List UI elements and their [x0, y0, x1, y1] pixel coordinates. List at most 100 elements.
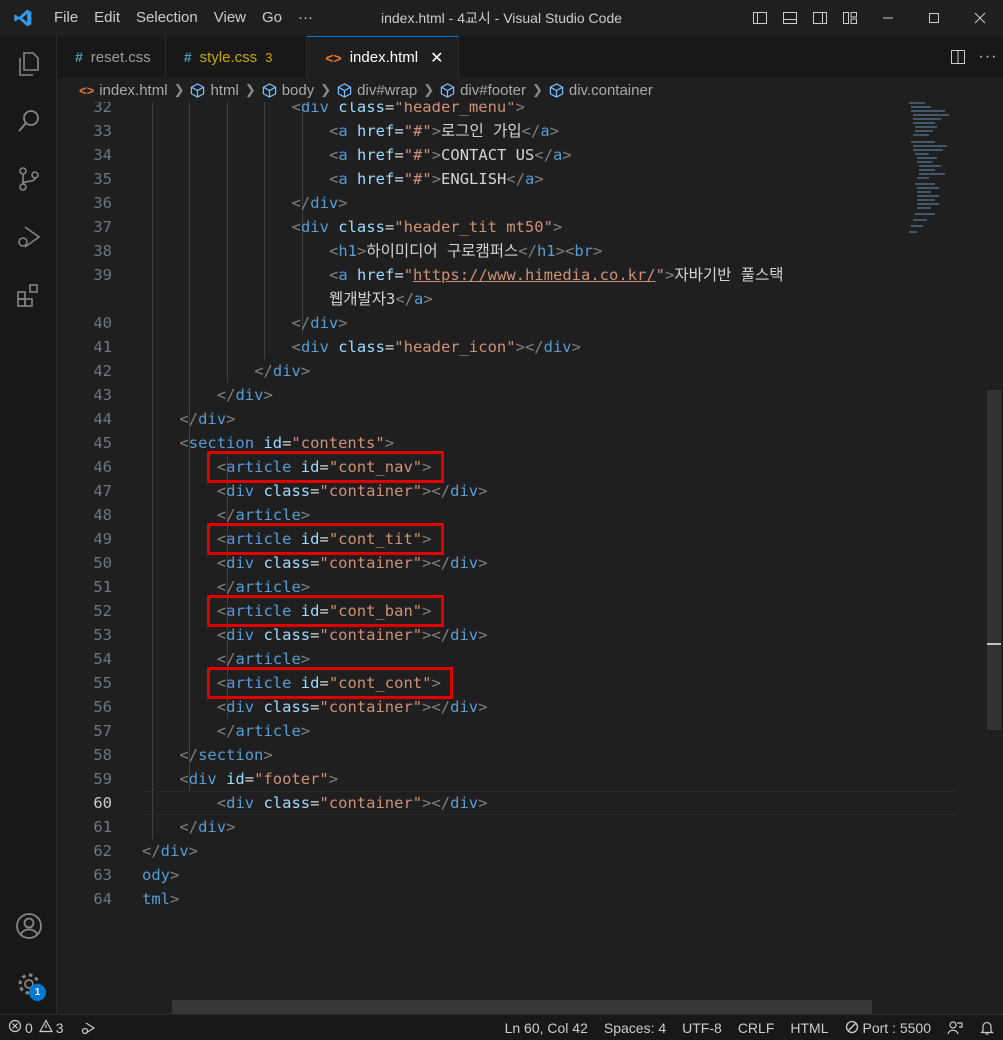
code-line[interactable]: 51 </article>	[57, 575, 987, 599]
code-text: </div>	[291, 314, 348, 332]
indentation[interactable]: Spaces: 4	[596, 1015, 674, 1040]
code-text: <div id="footer">	[179, 770, 339, 788]
run-debug-status-icon[interactable]	[72, 1015, 104, 1040]
code-line[interactable]: 58 </section>	[57, 743, 987, 767]
code-line[interactable]: 64 tml>	[57, 887, 987, 911]
code-line[interactable]: 42 </div>	[57, 359, 987, 383]
line-number: 56	[93, 698, 112, 716]
code-line[interactable]: 41 <div class="header_icon"></div>	[57, 335, 987, 359]
code-line[interactable]: 35 <a href="#">ENGLISH</a>	[57, 167, 987, 191]
tab-index-html[interactable]: <> index.html ✕	[307, 36, 459, 78]
line-number: 43	[93, 386, 112, 404]
end-of-line[interactable]: CRLF	[730, 1015, 783, 1040]
vertical-scrollbar[interactable]	[987, 390, 1001, 730]
toggle-sidebar-icon[interactable]	[745, 0, 775, 36]
menu-view[interactable]: View	[206, 0, 254, 36]
code-line[interactable]: 56 <div class="container"></div>	[57, 695, 987, 719]
code-line[interactable]: 45 <section id="contents">	[57, 431, 987, 455]
menu-go[interactable]: Go	[254, 0, 290, 36]
account-icon[interactable]	[0, 902, 57, 950]
notifications-bell-icon[interactable]	[971, 1015, 1003, 1040]
code-line[interactable]: 60 <div class="container"></div>	[57, 791, 987, 815]
chevron-right-icon: ❯	[244, 82, 256, 97]
breadcrumb-item[interactable]: div#footer	[440, 82, 526, 99]
line-number: 35	[93, 170, 112, 188]
breadcrumb-item[interactable]: html	[190, 82, 239, 99]
code-line[interactable]: 63 ody>	[57, 863, 987, 887]
code-text: <div class="header_menu">	[291, 102, 525, 116]
menu-edit[interactable]: Edit	[86, 0, 128, 36]
code-text: <a href="#">로그인 가입</a>	[329, 122, 560, 140]
error-count: 0	[25, 1019, 33, 1036]
code-line[interactable]: 54 </article>	[57, 647, 987, 671]
code-line[interactable]: 62 </div>	[57, 839, 987, 863]
breadcrumb-item[interactable]: div#wrap	[337, 82, 417, 99]
explorer-icon[interactable]	[0, 40, 57, 88]
run-debug-icon[interactable]	[0, 213, 57, 261]
cursor-position[interactable]: Ln 60, Col 42	[497, 1015, 596, 1040]
html-file-icon: <>	[79, 82, 95, 98]
code-line[interactable]: 57 </article>	[57, 719, 987, 743]
encoding[interactable]: UTF-8	[674, 1015, 730, 1040]
tab-label: reset.css	[90, 48, 151, 66]
close-window-icon[interactable]	[957, 0, 1003, 36]
code-line[interactable]: 37 <div class="header_tit mt50">	[57, 215, 987, 239]
problems-indicator[interactable]: 0 3	[0, 1015, 72, 1040]
extensions-icon[interactable]	[0, 271, 57, 319]
toggle-secondary-sidebar-icon[interactable]	[805, 0, 835, 36]
code-editor[interactable]: 32 <div class="header_menu"> 33 <a href="#"…	[57, 102, 987, 1002]
menu-file[interactable]: File	[46, 0, 86, 36]
line-number: 51	[93, 578, 112, 596]
tab-style-css[interactable]: # style.css 3	[165, 36, 308, 78]
activity-bar: 1	[0, 36, 57, 1014]
feedback-icon[interactable]	[939, 1015, 971, 1040]
settings-gear-icon[interactable]: 1	[0, 960, 57, 1008]
language-mode[interactable]: HTML	[782, 1015, 836, 1040]
tab-reset-css[interactable]: # reset.css	[57, 36, 166, 78]
code-text: tml>	[142, 890, 180, 908]
code-line[interactable]: 32 <div class="header_menu">	[57, 102, 987, 119]
customize-layout-icon[interactable]	[835, 0, 865, 36]
code-line[interactable]: 44 </div>	[57, 407, 987, 431]
code-line[interactable]: 61 </div>	[57, 815, 987, 839]
breadcrumb-item[interactable]: div.container	[549, 82, 653, 99]
code-text: <a href="#">ENGLISH</a>	[329, 170, 544, 188]
minimize-icon[interactable]	[865, 0, 911, 36]
code-line[interactable]: 46 <article id="cont_nav">	[57, 455, 987, 479]
code-line[interactable]: 웹개발자3</a>	[57, 287, 987, 311]
code-line[interactable]: 52 <article id="cont_ban">	[57, 599, 987, 623]
source-control-icon[interactable]	[0, 155, 57, 203]
code-line[interactable]: 47 <div class="container"></div>	[57, 479, 987, 503]
code-line[interactable]: 49 <article id="cont_tit">	[57, 527, 987, 551]
code-line[interactable]: 33 <a href="#">로그인 가입</a>	[57, 119, 987, 143]
close-tab-icon[interactable]: ✕	[430, 48, 443, 68]
breadcrumb-item[interactable]: <> index.html	[79, 82, 168, 99]
minimap[interactable]	[905, 100, 955, 240]
code-line[interactable]: 48 </article>	[57, 503, 987, 527]
more-actions-icon[interactable]: ···	[973, 36, 1003, 78]
code-line[interactable]: 50 <div class="container"></div>	[57, 551, 987, 575]
code-line[interactable]: 34 <a href="#">CONTACT US</a>	[57, 143, 987, 167]
code-line[interactable]: 53 <div class="container"></div>	[57, 623, 987, 647]
chevron-right-icon: ❯	[320, 82, 332, 97]
code-text: </div>	[179, 410, 236, 428]
line-number: 32	[93, 102, 112, 116]
maximize-icon[interactable]	[911, 0, 957, 36]
symbol-element-icon	[549, 82, 564, 98]
code-line[interactable]: 39 <a href="https://www.himedia.co.kr/">자…	[57, 263, 987, 287]
horizontal-scrollbar[interactable]	[172, 1000, 872, 1014]
live-server-port[interactable]: Port : 5500	[837, 1015, 940, 1040]
code-line[interactable]: 38 <h1>하이미디어 구로캠퍼스</h1><br>	[57, 239, 987, 263]
menu-selection[interactable]: Selection	[128, 0, 206, 36]
code-line[interactable]: 43 </div>	[57, 383, 987, 407]
code-line[interactable]: 36 </div>	[57, 191, 987, 215]
menu-more[interactable]: ···	[290, 0, 321, 36]
code-text: <a href="https://www.himedia.co.kr/">자바기…	[329, 266, 784, 284]
code-line[interactable]: 40 </div>	[57, 311, 987, 335]
search-icon[interactable]	[0, 97, 57, 145]
breadcrumb-item[interactable]: body	[262, 82, 314, 99]
code-line[interactable]: 59 <div id="footer">	[57, 767, 987, 791]
code-line[interactable]: 55 <article id="cont_cont">	[57, 671, 987, 695]
toggle-panel-icon[interactable]	[775, 0, 805, 36]
split-editor-icon[interactable]	[943, 36, 973, 78]
